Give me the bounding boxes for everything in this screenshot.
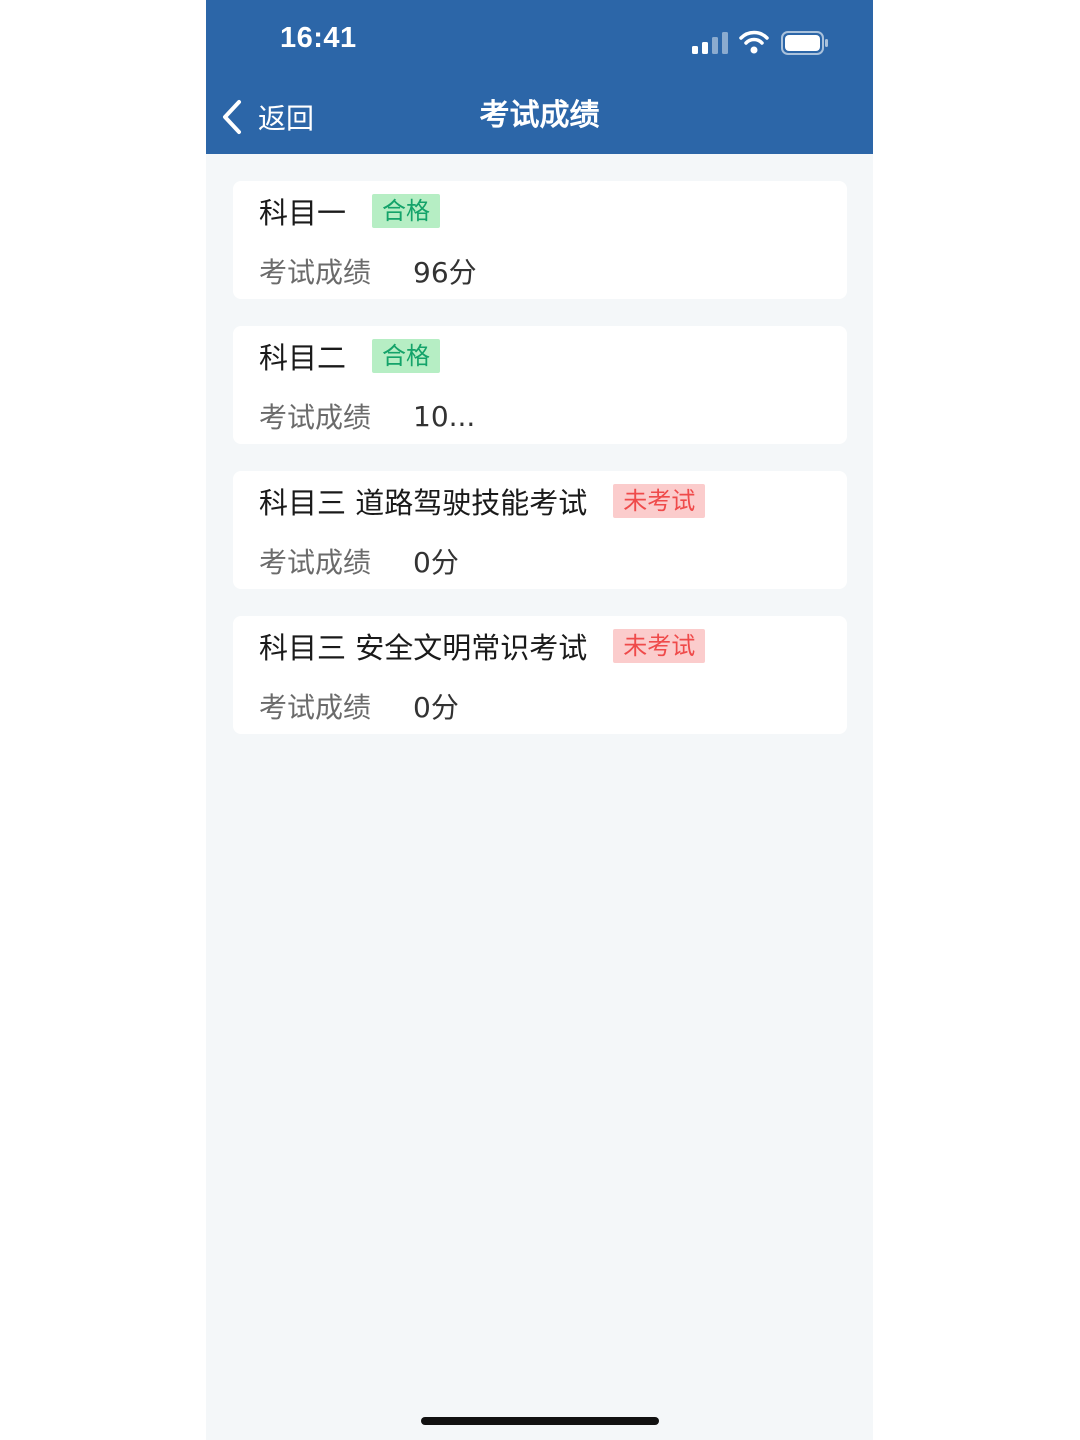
score-label: 考试成绩 <box>259 691 372 724</box>
exam-card[interactable]: 科目一 合格 考试成绩 96分 <box>233 181 847 299</box>
exam-card[interactable]: 科目三 道路驾驶技能考试 未考试 考试成绩 0分 <box>233 471 847 589</box>
status-time: 16:41 <box>280 22 357 54</box>
card-title-row: 科目二 合格 <box>259 338 441 375</box>
battery-icon <box>781 31 828 55</box>
app-header: 16:41 返回 考试成绩 <box>206 0 873 154</box>
score-label: 考试成绩 <box>259 256 372 289</box>
status-badge: 合格 <box>372 194 441 228</box>
exam-subject: 科目二 <box>259 341 347 375</box>
home-indicator[interactable] <box>421 1417 659 1425</box>
wifi-icon <box>739 30 769 54</box>
score-value: 0分 <box>413 691 459 724</box>
page-title: 考试成绩 <box>479 98 600 133</box>
score-row: 考试成绩 0分 <box>259 688 459 724</box>
score-row: 考试成绩 0分 <box>259 543 459 579</box>
score-value: 10... <box>413 399 476 433</box>
score-label: 考试成绩 <box>259 401 372 434</box>
score-value: 96分 <box>413 256 477 289</box>
phone-screen: 16:41 返回 考试成绩 科目一 合格 考试成绩 96分 科目二 合格 考试成… <box>206 0 873 1440</box>
exam-card[interactable]: 科目二 合格 考试成绩 10... <box>233 326 847 444</box>
score-row: 考试成绩 96分 <box>259 253 477 289</box>
score-row: 考试成绩 10... <box>259 398 476 435</box>
signal-icon <box>692 32 728 54</box>
status-badge: 未考试 <box>613 629 706 663</box>
card-title-row: 科目三 道路驾驶技能考试 未考试 <box>259 483 706 520</box>
card-title-row: 科目一 合格 <box>259 193 441 230</box>
score-label: 考试成绩 <box>259 546 372 579</box>
exam-subject: 科目三 道路驾驶技能考试 <box>259 486 588 520</box>
status-badge: 未考试 <box>613 484 706 518</box>
status-badge: 合格 <box>372 339 441 373</box>
exam-subject: 科目三 安全文明常识考试 <box>259 631 588 665</box>
exam-subject: 科目一 <box>259 196 347 230</box>
exam-card[interactable]: 科目三 安全文明常识考试 未考试 考试成绩 0分 <box>233 616 847 734</box>
card-title-row: 科目三 安全文明常识考试 未考试 <box>259 628 706 665</box>
score-value: 0分 <box>413 546 459 579</box>
exam-list: 科目一 合格 考试成绩 96分 科目二 合格 考试成绩 10... 科目三 道路… <box>233 181 847 761</box>
